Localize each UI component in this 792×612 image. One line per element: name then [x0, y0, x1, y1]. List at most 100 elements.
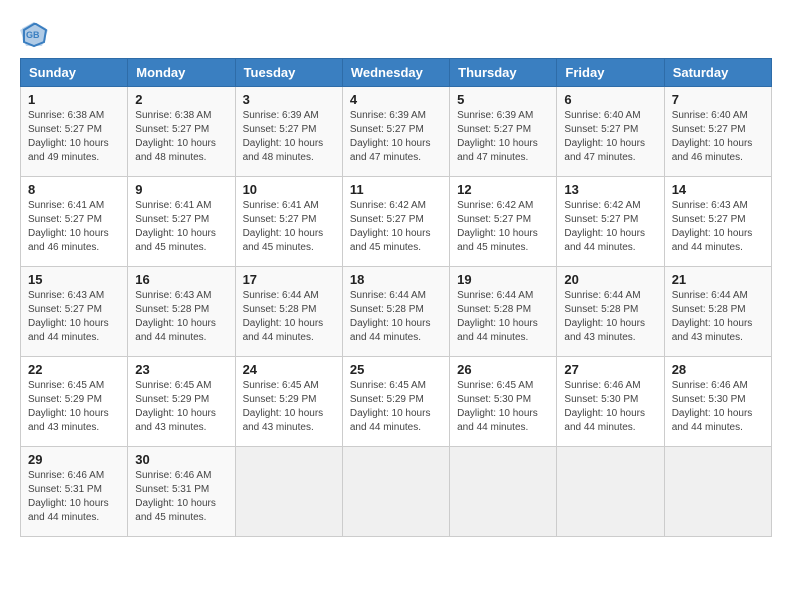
- day-number: 19: [457, 272, 549, 287]
- day-detail: Sunrise: 6:40 AM Sunset: 5:27 PM Dayligh…: [672, 109, 764, 165]
- day-detail: Sunrise: 6:46 AM Sunset: 5:30 PM Dayligh…: [564, 379, 656, 435]
- day-number: 2: [135, 92, 227, 107]
- day-detail: Sunrise: 6:39 AM Sunset: 5:27 PM Dayligh…: [350, 109, 442, 165]
- day-detail: Sunrise: 6:46 AM Sunset: 5:31 PM Dayligh…: [135, 469, 227, 525]
- day-detail: Sunrise: 6:41 AM Sunset: 5:27 PM Dayligh…: [28, 199, 120, 255]
- day-number: 18: [350, 272, 442, 287]
- calendar-day-12: 12 Sunrise: 6:42 AM Sunset: 5:27 PM Dayli…: [450, 177, 557, 267]
- calendar-day-29: 29 Sunrise: 6:46 AM Sunset: 5:31 PM Dayli…: [21, 447, 128, 537]
- calendar-week-3: 15 Sunrise: 6:43 AM Sunset: 5:27 PM Dayli…: [21, 267, 772, 357]
- day-detail: Sunrise: 6:43 AM Sunset: 5:27 PM Dayligh…: [28, 289, 120, 345]
- calendar-day-3: 3 Sunrise: 6:39 AM Sunset: 5:27 PM Daylig…: [235, 87, 342, 177]
- day-detail: Sunrise: 6:42 AM Sunset: 5:27 PM Dayligh…: [457, 199, 549, 255]
- calendar-day-7: 7 Sunrise: 6:40 AM Sunset: 5:27 PM Daylig…: [664, 87, 771, 177]
- calendar-day-21: 21Sunrise: 6:44 AM Sunset: 5:28 PM Dayli…: [664, 267, 771, 357]
- calendar-day-20: 20 Sunrise: 6:44 AM Sunset: 5:28 PM Dayli…: [557, 267, 664, 357]
- calendar-empty: [342, 447, 449, 537]
- calendar-header-row: SundayMondayTuesdayWednesdayThursdayFrid…: [21, 59, 772, 87]
- day-number: 10: [243, 182, 335, 197]
- day-number: 20: [564, 272, 656, 287]
- day-number: 3: [243, 92, 335, 107]
- header-thursday: Thursday: [450, 59, 557, 87]
- day-detail: Sunrise: 6:44 AM Sunset: 5:28 PM Dayligh…: [457, 289, 549, 345]
- day-number: 11: [350, 182, 442, 197]
- header-tuesday: Tuesday: [235, 59, 342, 87]
- day-number: 22: [28, 362, 120, 377]
- day-detail: Sunrise: 6:38 AM Sunset: 5:27 PM Dayligh…: [28, 109, 120, 165]
- calendar-week-4: 22 Sunrise: 6:45 AM Sunset: 5:29 PM Dayli…: [21, 357, 772, 447]
- day-detail: Sunrise: 6:41 AM Sunset: 5:27 PM Dayligh…: [243, 199, 335, 255]
- calendar-week-5: 29 Sunrise: 6:46 AM Sunset: 5:31 PM Dayli…: [21, 447, 772, 537]
- logo: GB: [20, 20, 52, 48]
- day-detail: Sunrise: 6:42 AM Sunset: 5:27 PM Dayligh…: [564, 199, 656, 255]
- calendar-day-1: 1 Sunrise: 6:38 AM Sunset: 5:27 PM Daylig…: [21, 87, 128, 177]
- day-number: 15: [28, 272, 120, 287]
- day-detail: Sunrise: 6:42 AM Sunset: 5:27 PM Dayligh…: [350, 199, 442, 255]
- calendar-day-24: 24Sunrise: 6:45 AM Sunset: 5:29 PM Dayli…: [235, 357, 342, 447]
- calendar-day-19: 19 Sunrise: 6:44 AM Sunset: 5:28 PM Dayli…: [450, 267, 557, 357]
- calendar-week-2: 8 Sunrise: 6:41 AM Sunset: 5:27 PM Daylig…: [21, 177, 772, 267]
- calendar-table: SundayMondayTuesdayWednesdayThursdayFrid…: [20, 58, 772, 537]
- day-detail: Sunrise: 6:45 AM Sunset: 5:29 PM Dayligh…: [28, 379, 120, 435]
- day-number: 30: [135, 452, 227, 467]
- day-detail: Sunrise: 6:43 AM Sunset: 5:27 PM Dayligh…: [672, 199, 764, 255]
- calendar-day-8: 8 Sunrise: 6:41 AM Sunset: 5:27 PM Daylig…: [21, 177, 128, 267]
- calendar-empty: [450, 447, 557, 537]
- day-number: 28: [672, 362, 764, 377]
- day-number: 7: [672, 92, 764, 107]
- day-detail: Sunrise: 6:46 AM Sunset: 5:31 PM Dayligh…: [28, 469, 120, 525]
- day-number: 4: [350, 92, 442, 107]
- day-number: 9: [135, 182, 227, 197]
- day-number: 17: [243, 272, 335, 287]
- calendar-day-23: 23Sunrise: 6:45 AM Sunset: 5:29 PM Dayli…: [128, 357, 235, 447]
- calendar-day-10: 10 Sunrise: 6:41 AM Sunset: 5:27 PM Dayli…: [235, 177, 342, 267]
- day-detail: Sunrise: 6:38 AM Sunset: 5:27 PM Dayligh…: [135, 109, 227, 165]
- day-detail: Sunrise: 6:45 AM Sunset: 5:29 PM Dayligh…: [135, 379, 227, 435]
- day-number: 14: [672, 182, 764, 197]
- calendar-week-1: 1 Sunrise: 6:38 AM Sunset: 5:27 PM Daylig…: [21, 87, 772, 177]
- day-detail: Sunrise: 6:45 AM Sunset: 5:29 PM Dayligh…: [350, 379, 442, 435]
- day-number: 29: [28, 452, 120, 467]
- calendar-day-27: 27 Sunrise: 6:46 AM Sunset: 5:30 PM Dayli…: [557, 357, 664, 447]
- page-header: GB: [20, 20, 772, 48]
- day-detail: Sunrise: 6:46 AM Sunset: 5:30 PM Dayligh…: [672, 379, 764, 435]
- day-detail: Sunrise: 6:41 AM Sunset: 5:27 PM Dayligh…: [135, 199, 227, 255]
- day-detail: Sunrise: 6:39 AM Sunset: 5:27 PM Dayligh…: [457, 109, 549, 165]
- header-monday: Monday: [128, 59, 235, 87]
- calendar-day-11: 11 Sunrise: 6:42 AM Sunset: 5:27 PM Dayli…: [342, 177, 449, 267]
- header-sunday: Sunday: [21, 59, 128, 87]
- calendar-day-9: 9 Sunrise: 6:41 AM Sunset: 5:27 PM Daylig…: [128, 177, 235, 267]
- header-saturday: Saturday: [664, 59, 771, 87]
- day-number: 5: [457, 92, 549, 107]
- logo-icon: GB: [20, 20, 48, 48]
- day-number: 8: [28, 182, 120, 197]
- calendar-day-22: 22 Sunrise: 6:45 AM Sunset: 5:29 PM Dayli…: [21, 357, 128, 447]
- day-number: 1: [28, 92, 120, 107]
- calendar-empty: [664, 447, 771, 537]
- day-detail: Sunrise: 6:40 AM Sunset: 5:27 PM Dayligh…: [564, 109, 656, 165]
- calendar-day-14: 14 Sunrise: 6:43 AM Sunset: 5:27 PM Dayli…: [664, 177, 771, 267]
- day-number: 13: [564, 182, 656, 197]
- calendar-day-6: 6 Sunrise: 6:40 AM Sunset: 5:27 PM Daylig…: [557, 87, 664, 177]
- calendar-day-5: 5 Sunrise: 6:39 AM Sunset: 5:27 PM Daylig…: [450, 87, 557, 177]
- calendar-day-13: 13 Sunrise: 6:42 AM Sunset: 5:27 PM Dayli…: [557, 177, 664, 267]
- day-number: 12: [457, 182, 549, 197]
- calendar-day-26: 26Sunrise: 6:45 AM Sunset: 5:30 PM Dayli…: [450, 357, 557, 447]
- calendar-day-17: 17Sunrise: 6:44 AM Sunset: 5:28 PM Dayli…: [235, 267, 342, 357]
- calendar-day-2: 2 Sunrise: 6:38 AM Sunset: 5:27 PM Daylig…: [128, 87, 235, 177]
- calendar-day-25: 25 Sunrise: 6:45 AM Sunset: 5:29 PM Dayli…: [342, 357, 449, 447]
- day-detail: Sunrise: 6:44 AM Sunset: 5:28 PM Dayligh…: [564, 289, 656, 345]
- calendar-day-30: 30 Sunrise: 6:46 AM Sunset: 5:31 PM Dayli…: [128, 447, 235, 537]
- day-detail: Sunrise: 6:43 AM Sunset: 5:28 PM Dayligh…: [135, 289, 227, 345]
- header-wednesday: Wednesday: [342, 59, 449, 87]
- calendar-day-16: 16Sunrise: 6:43 AM Sunset: 5:28 PM Dayli…: [128, 267, 235, 357]
- calendar-day-18: 18Sunrise: 6:44 AM Sunset: 5:28 PM Dayli…: [342, 267, 449, 357]
- day-detail: Sunrise: 6:39 AM Sunset: 5:27 PM Dayligh…: [243, 109, 335, 165]
- day-number: 25: [350, 362, 442, 377]
- day-number: 26: [457, 362, 549, 377]
- svg-text:GB: GB: [26, 30, 40, 40]
- day-number: 24: [243, 362, 335, 377]
- day-number: 27: [564, 362, 656, 377]
- calendar-day-28: 28 Sunrise: 6:46 AM Sunset: 5:30 PM Dayli…: [664, 357, 771, 447]
- day-number: 6: [564, 92, 656, 107]
